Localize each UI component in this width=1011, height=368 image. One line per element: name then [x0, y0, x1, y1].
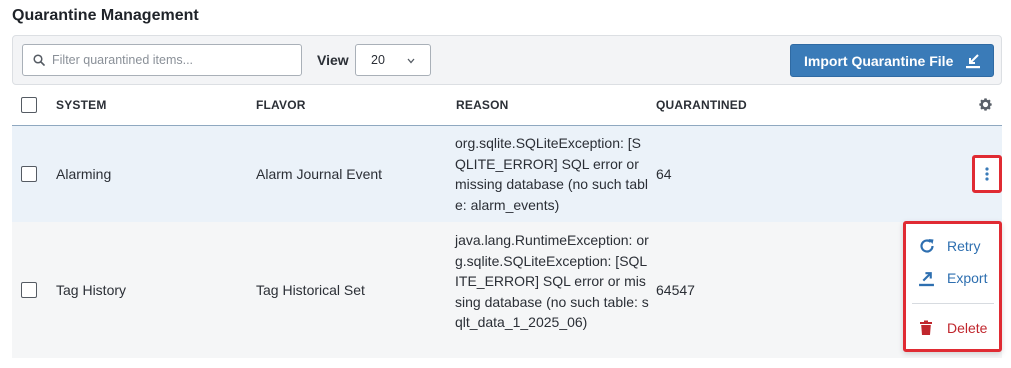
export-icon	[919, 271, 934, 286]
cell-quarantined: 64547	[656, 282, 695, 298]
import-quarantine-file-button[interactable]: Import Quarantine File	[790, 44, 994, 77]
table-row[interactable]: Tag History Tag Historical Set java.lang…	[12, 222, 1002, 358]
trash-icon	[920, 320, 932, 335]
column-header-reason[interactable]: REASON	[456, 98, 509, 112]
cell-system: Alarming	[56, 166, 112, 182]
row-checkbox[interactable]	[21, 282, 37, 298]
view-label: View	[317, 52, 349, 68]
toolbar: View 20 Import Quarantine File	[12, 35, 1002, 85]
cell-reason: java.lang.RuntimeException: org.sqlite.S…	[455, 232, 649, 330]
row-checkbox[interactable]	[21, 166, 37, 182]
cell-quarantined: 64	[656, 166, 672, 182]
search-input[interactable]	[52, 53, 282, 67]
column-header-system[interactable]: SYSTEM	[56, 98, 107, 112]
row-actions-button[interactable]	[972, 155, 1002, 193]
import-button-label: Import Quarantine File	[804, 52, 954, 69]
search-icon	[33, 54, 45, 66]
menu-divider	[912, 303, 994, 304]
page-size-value: 20	[371, 53, 385, 67]
import-icon	[966, 54, 980, 69]
menu-item-label: Retry	[947, 238, 981, 254]
gear-icon[interactable]	[978, 97, 993, 112]
page-size-select[interactable]: 20	[355, 44, 431, 76]
cell-system: Tag History	[56, 282, 127, 298]
menu-item-delete[interactable]: Delete	[906, 313, 999, 343]
cell-reason: org.sqlite.SQLiteException: [SQLITE_ERRO…	[455, 135, 648, 213]
menu-item-retry[interactable]: Retry	[906, 231, 999, 261]
table-header: SYSTEM FLAVOR REASON QUARANTINED	[12, 85, 1002, 126]
cell-flavor: Alarm Journal Event	[256, 166, 383, 182]
search-box[interactable]	[22, 44, 302, 76]
column-header-quarantined[interactable]: QUARANTINED	[656, 98, 747, 112]
cell-flavor: Tag Historical Set	[256, 282, 365, 298]
page-title: Quarantine Management	[12, 7, 199, 24]
column-header-flavor[interactable]: FLAVOR	[256, 98, 306, 112]
row-actions-menu: Retry Export Delete	[903, 221, 1002, 352]
select-all-checkbox[interactable]	[21, 97, 37, 113]
table-row[interactable]: Alarming Alarm Journal Event org.sqlite.…	[12, 126, 1002, 222]
retry-icon	[920, 239, 934, 253]
menu-item-label: Export	[947, 270, 988, 286]
menu-item-label: Delete	[947, 320, 988, 336]
chevron-down-icon	[407, 58, 415, 64]
menu-item-export[interactable]: Export	[906, 263, 999, 293]
kebab-icon	[985, 167, 989, 181]
